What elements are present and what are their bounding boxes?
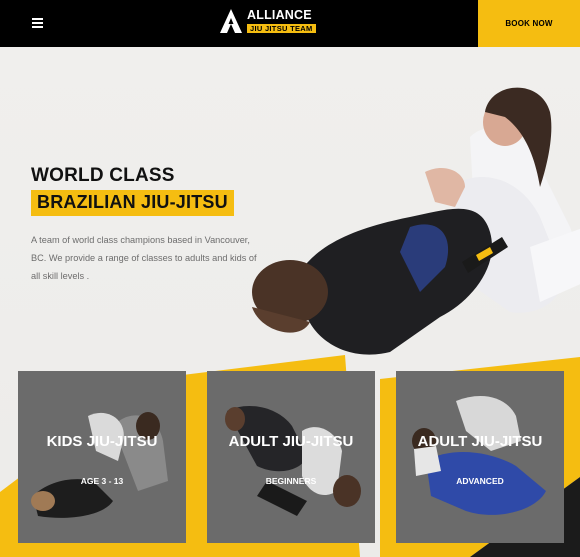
hamburger-menu-icon <box>31 18 43 28</box>
logo-text: ALLIANCE JIU JITSU TEAM <box>247 9 316 33</box>
hero-description: A team of world class champions based in… <box>31 235 257 281</box>
card-kids-jiu-jitsu[interactable]: KIDS JIU-JITSU AGE 3 - 13 <box>18 371 186 543</box>
book-now-button[interactable]: BOOK NOW <box>478 0 580 47</box>
alliance-logo-icon <box>220 9 242 33</box>
card-title: KIDS JIU-JITSU <box>46 433 158 450</box>
hero-title-line-1: WORLD CLASS <box>31 165 175 186</box>
logo-brand-name: ALLIANCE <box>247 8 312 22</box>
card-subtitle: ADVANCED <box>456 476 504 486</box>
card-adult-advanced[interactable]: ADULT JIU-JITSU ADVANCED <box>396 371 564 543</box>
hero-title-line-2: BRAZILIAN JIU-JITSU <box>31 190 234 216</box>
card-photo <box>207 371 375 543</box>
card-title: ADULT JIU-JITSU <box>417 433 543 450</box>
menu-button[interactable] <box>24 12 50 34</box>
site-header: ALLIANCE JIU JITSU TEAM BOOK NOW <box>0 0 580 47</box>
card-photo <box>396 371 564 543</box>
site-logo[interactable]: ALLIANCE JIU JITSU TEAM <box>220 8 316 34</box>
card-subtitle: AGE 3 - 13 <box>80 476 124 486</box>
card-title: ADULT JIU-JITSU <box>228 433 354 450</box>
card-adult-beginners[interactable]: ADULT JIU-JITSU BEGINNERS <box>207 371 375 543</box>
card-photo <box>18 371 186 543</box>
logo-tagline: JIU JITSU TEAM <box>247 23 316 33</box>
card-subtitle: BEGINNERS <box>265 476 317 486</box>
hero-section: WORLD CLASS BRAZILIAN JIU-JITSU A team o… <box>0 47 580 557</box>
